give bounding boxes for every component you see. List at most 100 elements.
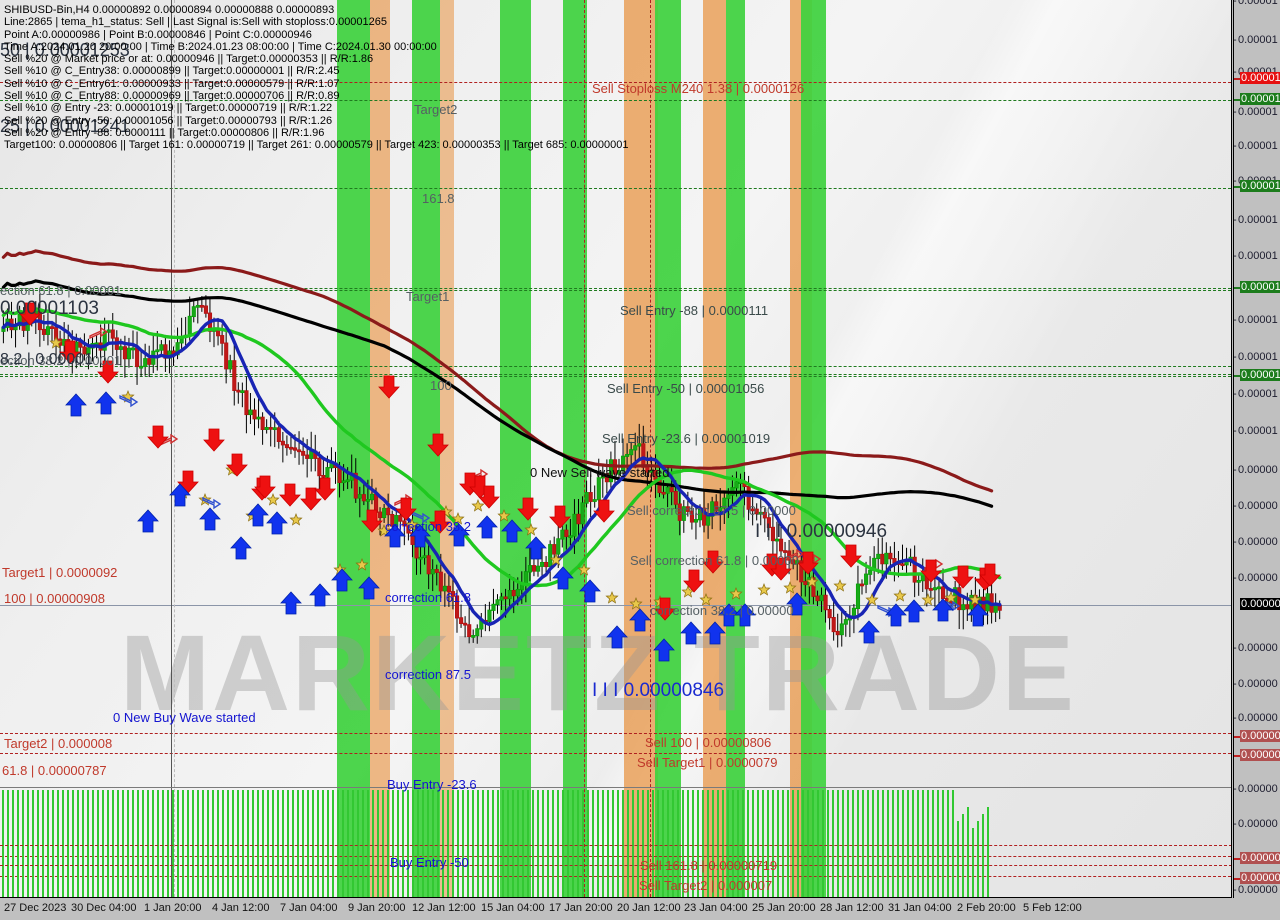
price-tick-5: -0.00001 [1233, 106, 1278, 118]
info-line-10: Target100: 0.00000806 || Target 161: 0.0… [4, 139, 629, 152]
chart-plot-area[interactable]: MARKETZ TRADE Sell Stoploss M240 1.38 | … [0, 0, 1232, 898]
histogram-bar [7, 790, 9, 897]
histogram-bar [122, 790, 124, 897]
histogram-bar [802, 790, 804, 897]
info-line-6: Sell %10 @ C_Entry88: 0.00000969 || Targ… [4, 90, 340, 103]
histogram-bar [872, 790, 874, 897]
histogram-bar [687, 790, 689, 897]
histogram-bar [522, 790, 524, 897]
histogram-bar [907, 790, 909, 897]
signal-star-icon [944, 591, 958, 604]
histogram-bar [172, 790, 174, 897]
price-axis[interactable]: -0.00001-0.00001-0.000010.0000120.00001-… [1233, 0, 1280, 898]
histogram-bar [652, 790, 654, 897]
histogram-bar [882, 790, 884, 897]
info-line-9: Sell %20 @ Entry -88: 0.0000111 || Targe… [4, 126, 325, 139]
buy-arrow-icon [95, 391, 117, 415]
price-tick-20: -0.00000 [1233, 572, 1278, 584]
sell-arrow-icon [549, 505, 571, 529]
histogram-bar [242, 790, 244, 897]
info-line-0: Line:2865 | tema_h1_status: Sell | Last … [4, 16, 388, 29]
histogram-bar [422, 790, 424, 897]
info-line-1: Point A:0.00000986 | Point B:0.00000846 … [4, 28, 312, 41]
histogram-bar [857, 790, 859, 897]
time-tick-15: 5 Feb 12:00 [1023, 902, 1082, 914]
histogram-bar [732, 790, 734, 897]
histogram-bar [87, 790, 89, 897]
time-tick-1: 30 Dec 04:00 [71, 902, 137, 914]
price-tick-1: -0.00001 [1233, 34, 1278, 46]
histogram-bar [102, 790, 104, 897]
histogram-bar [157, 790, 159, 897]
buy-arrow-icon [247, 503, 269, 527]
histogram-bar [352, 790, 354, 897]
price-tick-10: -0.00001 [1233, 250, 1278, 262]
buy-arrow-icon [309, 583, 331, 607]
histogram-bar [457, 790, 459, 897]
buy-arrow-icon [199, 507, 221, 531]
sell-arrow-icon [279, 483, 301, 507]
buy-arrow-icon [448, 523, 470, 547]
buy-arrow-icon [786, 592, 808, 616]
buy-arrow-icon [501, 519, 523, 543]
histogram-bar [397, 790, 399, 897]
time-tick-6: 12 Jan 12:00 [412, 902, 476, 914]
histogram-bar [72, 790, 74, 897]
time-tick-9: 20 Jan 12:00 [617, 902, 681, 914]
price-label-26: 0.00000 [1240, 749, 1280, 761]
sell-arrow-icon [593, 499, 615, 523]
histogram-bar [947, 790, 949, 897]
histogram-bar [417, 790, 419, 897]
histogram-bar [462, 790, 464, 897]
histogram-bar [2, 790, 4, 897]
histogram-bar [62, 790, 64, 897]
histogram-bar [677, 790, 679, 897]
histogram-bar [112, 790, 114, 897]
histogram-bar [32, 790, 34, 897]
histogram-bar [247, 790, 249, 897]
histogram-bar [487, 790, 489, 897]
time-axis[interactable]: 27 Dec 2023 30 Dec 04:00 1 Jan 20:00 4 Jan … [0, 899, 1280, 920]
histogram-bar [202, 790, 204, 897]
histogram-bar [812, 790, 814, 897]
histogram-bar [437, 790, 439, 897]
time-tick-0: 27 Dec 2023 [4, 902, 67, 914]
buy-arrow-icon [932, 598, 954, 622]
histogram-bar [762, 790, 764, 897]
price-tick-17: -0.00000 [1233, 464, 1278, 476]
histogram-bar [277, 790, 279, 897]
histogram-bar [347, 790, 349, 897]
price-label-25: 0.00000 [1240, 730, 1280, 742]
histogram-bar [42, 790, 44, 897]
histogram-bar [117, 790, 119, 897]
histogram-bar [512, 790, 514, 897]
price-tick-27: -0.00000 [1233, 783, 1278, 795]
histogram-bar [222, 790, 224, 897]
histogram-bar [792, 790, 794, 897]
histogram-bar [402, 790, 404, 897]
histogram-bar [427, 790, 429, 897]
signal-star-icon [451, 512, 465, 525]
histogram-bar [902, 790, 904, 897]
price-label-4: 0.00001 [1240, 93, 1280, 105]
signal-star-icon [549, 553, 563, 566]
histogram-bar [327, 790, 329, 897]
histogram-bar [727, 790, 729, 897]
histogram-bar [477, 790, 479, 897]
histogram-bar [467, 790, 469, 897]
histogram-bar [107, 790, 109, 897]
price-tick-24: -0.00000 [1233, 712, 1278, 724]
histogram-bar [492, 790, 494, 897]
time-tick-12: 28 Jan 12:00 [820, 902, 884, 914]
time-tick-11: 25 Jan 20:00 [752, 902, 816, 914]
sell-arrow-icon [517, 497, 539, 521]
price-axis-line [1233, 0, 1234, 898]
histogram-bar [127, 790, 129, 897]
histogram-bar [682, 790, 684, 897]
sell-arrow-icon [97, 360, 119, 384]
chart-info-block: SHIBUSD-Bin,H4 0.00000892 0.00000894 0.0… [4, 4, 629, 152]
histogram-bar [37, 790, 39, 897]
sell-hollow-arrow-icon [89, 326, 109, 340]
histogram-bar [917, 790, 919, 897]
histogram-bar [167, 790, 169, 897]
